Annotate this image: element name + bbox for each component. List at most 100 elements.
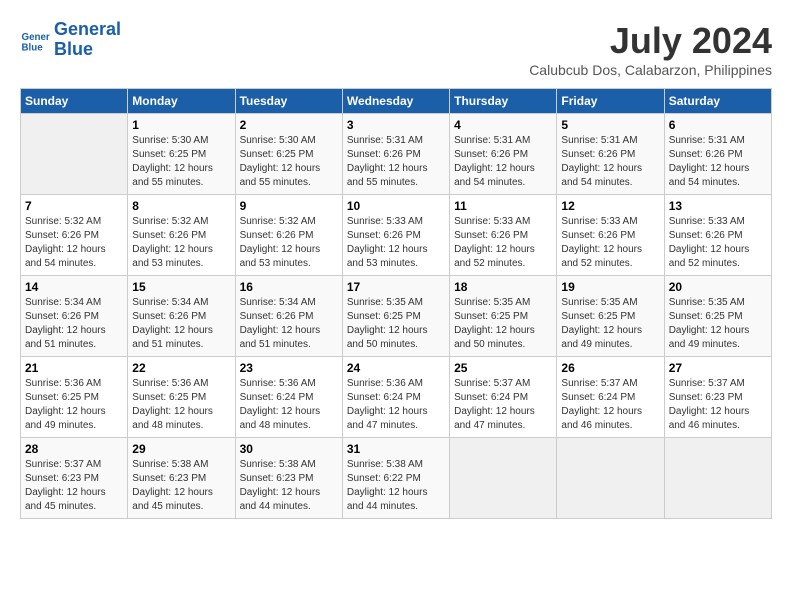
day-info: Sunrise: 5:30 AMSunset: 6:25 PMDaylight:…	[132, 134, 230, 190]
day-number: 24	[347, 361, 445, 375]
calendar-cell: 14Sunrise: 5:34 AMSunset: 6:26 PMDayligh…	[21, 276, 128, 357]
week-row-5: 28 Sunrise: 5:37 AMSunset: 6:23 PMDayligh…	[21, 438, 772, 519]
day-info: Sunrise: 5:38 AMSunset: 6:23 PMDaylight:…	[132, 458, 230, 514]
calendar-cell: 1 Sunrise: 5:30 AMSunset: 6:25 PMDaylight…	[128, 114, 235, 195]
calendar-cell	[21, 114, 128, 195]
calendar-cell: 21 Sunrise: 5:36 AMSunset: 6:25 PMDayligh…	[21, 357, 128, 438]
day-info: Sunrise: 5:38 AMSunset: 6:23 PMDaylight:…	[240, 458, 338, 514]
calendar-cell: 24 Sunrise: 5:36 AMSunset: 6:24 PMDayligh…	[342, 357, 449, 438]
day-number: 15	[132, 280, 230, 294]
day-number: 31	[347, 442, 445, 456]
week-row-4: 21 Sunrise: 5:36 AMSunset: 6:25 PMDayligh…	[21, 357, 772, 438]
month-title: July 2024	[529, 20, 772, 62]
day-number: 7	[25, 199, 123, 213]
col-thursday: Thursday	[450, 89, 557, 114]
day-number: 13	[669, 199, 767, 213]
day-info: Sunrise: 5:33 AMSunset: 6:26 PMDaylight:…	[669, 215, 767, 271]
calendar-cell: 5 Sunrise: 5:31 AMSunset: 6:26 PMDaylight…	[557, 114, 664, 195]
header-row: Sunday Monday Tuesday Wednesday Thursday…	[21, 89, 772, 114]
day-info: Sunrise: 5:37 AMSunset: 6:24 PMDaylight:…	[561, 377, 659, 433]
day-number: 18	[454, 280, 552, 294]
day-number: 30	[240, 442, 338, 456]
day-number: 29	[132, 442, 230, 456]
day-number: 5	[561, 118, 659, 132]
day-info: Sunrise: 5:38 AMSunset: 6:22 PMDaylight:…	[347, 458, 445, 514]
week-row-3: 14Sunrise: 5:34 AMSunset: 6:26 PMDayligh…	[21, 276, 772, 357]
logo-line1: General	[54, 19, 121, 39]
day-number: 25	[454, 361, 552, 375]
calendar-table: Sunday Monday Tuesday Wednesday Thursday…	[20, 88, 772, 519]
day-number: 26	[561, 361, 659, 375]
day-number: 2	[240, 118, 338, 132]
calendar-cell: 30 Sunrise: 5:38 AMSunset: 6:23 PMDayligh…	[235, 438, 342, 519]
day-number: 21	[25, 361, 123, 375]
day-info: Sunrise: 5:33 AMSunset: 6:26 PMDaylight:…	[561, 215, 659, 271]
day-number: 6	[669, 118, 767, 132]
day-info: Sunrise: 5:37 AMSunset: 6:24 PMDaylight:…	[454, 377, 552, 433]
logo: General Blue General Blue	[20, 20, 121, 60]
calendar-cell: 26 Sunrise: 5:37 AMSunset: 6:24 PMDayligh…	[557, 357, 664, 438]
logo-text: General Blue	[54, 20, 121, 60]
day-info: Sunrise: 5:34 AMSunset: 6:26 PMDaylight:…	[132, 296, 230, 352]
calendar-header: Sunday Monday Tuesday Wednesday Thursday…	[21, 89, 772, 114]
calendar-cell: 2 Sunrise: 5:30 AMSunset: 6:25 PMDaylight…	[235, 114, 342, 195]
day-info: Sunrise: 5:36 AMSunset: 6:24 PMDaylight:…	[347, 377, 445, 433]
location-title: Calubcub Dos, Calabarzon, Philippines	[529, 62, 772, 78]
day-number: 16	[240, 280, 338, 294]
calendar-cell	[664, 438, 771, 519]
day-info: Sunrise: 5:37 AMSunset: 6:23 PMDaylight:…	[25, 458, 123, 514]
day-number: 20	[669, 280, 767, 294]
day-number: 23	[240, 361, 338, 375]
day-number: 19	[561, 280, 659, 294]
day-info: Sunrise: 5:31 AMSunset: 6:26 PMDaylight:…	[561, 134, 659, 190]
day-info: Sunrise: 5:35 AMSunset: 6:25 PMDaylight:…	[561, 296, 659, 352]
day-number: 22	[132, 361, 230, 375]
col-sunday: Sunday	[21, 89, 128, 114]
calendar-cell: 29 Sunrise: 5:38 AMSunset: 6:23 PMDayligh…	[128, 438, 235, 519]
calendar-cell: 28 Sunrise: 5:37 AMSunset: 6:23 PMDayligh…	[21, 438, 128, 519]
calendar-cell: 15 Sunrise: 5:34 AMSunset: 6:26 PMDayligh…	[128, 276, 235, 357]
day-info: Sunrise: 5:32 AMSunset: 6:26 PMDaylight:…	[240, 215, 338, 271]
calendar-cell: 11 Sunrise: 5:33 AMSunset: 6:26 PMDayligh…	[450, 195, 557, 276]
col-friday: Friday	[557, 89, 664, 114]
day-number: 11	[454, 199, 552, 213]
day-info: Sunrise: 5:36 AMSunset: 6:25 PMDaylight:…	[25, 377, 123, 433]
col-tuesday: Tuesday	[235, 89, 342, 114]
calendar-cell: 31 Sunrise: 5:38 AMSunset: 6:22 PMDayligh…	[342, 438, 449, 519]
svg-text:Blue: Blue	[22, 42, 44, 53]
calendar-cell: 7Sunrise: 5:32 AMSunset: 6:26 PMDaylight…	[21, 195, 128, 276]
day-info: Sunrise: 5:35 AMSunset: 6:25 PMDaylight:…	[454, 296, 552, 352]
logo-line2: Blue	[54, 39, 93, 59]
day-number: 9	[240, 199, 338, 213]
day-number: 4	[454, 118, 552, 132]
calendar-cell: 4Sunrise: 5:31 AMSunset: 6:26 PMDaylight…	[450, 114, 557, 195]
day-info: Sunrise: 5:33 AMSunset: 6:26 PMDaylight:…	[454, 215, 552, 271]
day-number: 28	[25, 442, 123, 456]
calendar-cell: 23 Sunrise: 5:36 AMSunset: 6:24 PMDayligh…	[235, 357, 342, 438]
day-info: Sunrise: 5:31 AMSunset: 6:26 PMDaylight:…	[347, 134, 445, 190]
day-info: Sunrise: 5:32 AMSunset: 6:26 PMDaylight:…	[132, 215, 230, 271]
calendar-cell: 8Sunrise: 5:32 AMSunset: 6:26 PMDaylight…	[128, 195, 235, 276]
calendar-cell: 3Sunrise: 5:31 AMSunset: 6:26 PMDaylight…	[342, 114, 449, 195]
calendar-cell: 6 Sunrise: 5:31 AMSunset: 6:26 PMDaylight…	[664, 114, 771, 195]
day-info: Sunrise: 5:30 AMSunset: 6:25 PMDaylight:…	[240, 134, 338, 190]
svg-text:General: General	[22, 32, 51, 43]
day-info: Sunrise: 5:37 AMSunset: 6:23 PMDaylight:…	[669, 377, 767, 433]
day-number: 1	[132, 118, 230, 132]
day-info: Sunrise: 5:36 AMSunset: 6:25 PMDaylight:…	[132, 377, 230, 433]
day-number: 12	[561, 199, 659, 213]
week-row-2: 7 Sunrise: 5:32 AMSunset: 6:26 PMDaylight…	[21, 195, 772, 276]
calendar-cell: 19 Sunrise: 5:35 AMSunset: 6:25 PMDayligh…	[557, 276, 664, 357]
calendar-cell: 25 Sunrise: 5:37 AMSunset: 6:24 PMDayligh…	[450, 357, 557, 438]
day-number: 10	[347, 199, 445, 213]
day-number: 17	[347, 280, 445, 294]
day-info: Sunrise: 5:36 AMSunset: 6:24 PMDaylight:…	[240, 377, 338, 433]
day-info: Sunrise: 5:35 AMSunset: 6:25 PMDaylight:…	[347, 296, 445, 352]
calendar-cell	[450, 438, 557, 519]
calendar-cell: 10Sunrise: 5:33 AMSunset: 6:26 PMDayligh…	[342, 195, 449, 276]
calendar-cell: 13 Sunrise: 5:33 AMSunset: 6:26 PMDayligh…	[664, 195, 771, 276]
day-info: Sunrise: 5:31 AMSunset: 6:26 PMDaylight:…	[669, 134, 767, 190]
day-info: Sunrise: 5:35 AMSunset: 6:25 PMDaylight:…	[669, 296, 767, 352]
calendar-cell: 22 Sunrise: 5:36 AMSunset: 6:25 PMDayligh…	[128, 357, 235, 438]
week-row-1: 1 Sunrise: 5:30 AMSunset: 6:25 PMDaylight…	[21, 114, 772, 195]
